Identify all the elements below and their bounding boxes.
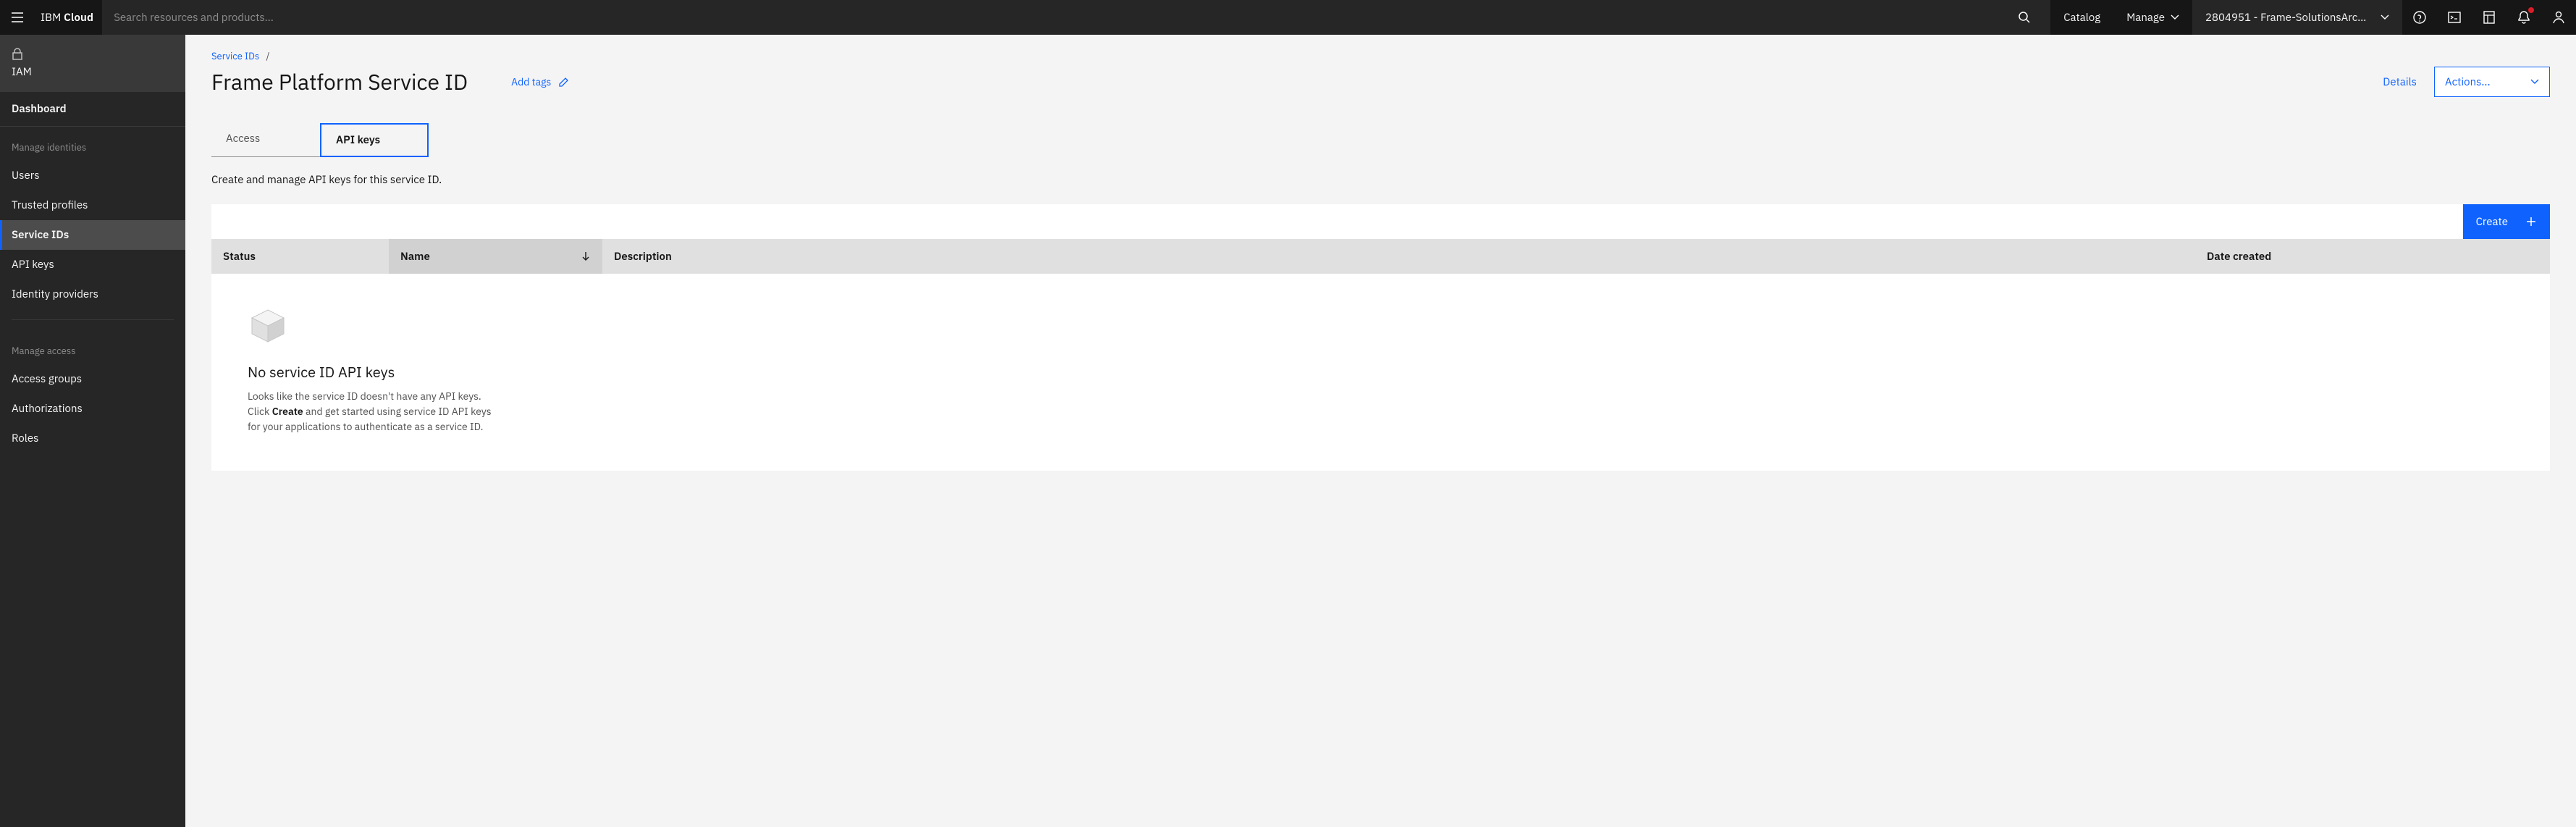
details-link[interactable]: Details <box>2383 75 2417 89</box>
manage-dropdown[interactable]: Manage <box>2113 0 2192 35</box>
breadcrumb-separator: / <box>266 50 269 62</box>
search-button[interactable] <box>2010 11 2039 24</box>
add-tags-link[interactable]: Add tags <box>511 75 570 88</box>
empty-state-text: Looks like the service ID doesn't have a… <box>248 389 494 435</box>
sidebar-heading-access: Manage access <box>0 330 185 364</box>
cost-button[interactable] <box>2472 0 2506 35</box>
sidebar-item-roles[interactable]: Roles <box>0 424 185 453</box>
brand-bold: Cloud <box>64 11 93 25</box>
user-icon <box>2551 10 2566 25</box>
sidebar-item-users[interactable]: Users <box>0 161 185 190</box>
main-content: Service IDs / Frame Platform Service ID … <box>185 35 2576 827</box>
section-description: Create and manage API keys for this serv… <box>211 173 2550 187</box>
catalog-label: Catalog <box>2063 11 2100 25</box>
help-button[interactable] <box>2402 0 2437 35</box>
account-label: 2804951 - Frame-SolutionsArchite... <box>2205 11 2370 25</box>
search-input[interactable] <box>114 11 2010 25</box>
sidebar: IAM Dashboard Manage identities Users Tr… <box>0 35 185 827</box>
notification-dot <box>2528 7 2534 13</box>
iam-label: IAM <box>12 65 174 79</box>
empty-state-illustration <box>248 306 288 346</box>
tab-access[interactable]: Access <box>211 123 320 157</box>
actions-dropdown[interactable]: Actions... <box>2434 67 2550 97</box>
chevron-down-icon <box>2171 14 2179 20</box>
shell-button[interactable] <box>2437 0 2472 35</box>
terminal-icon <box>2447 10 2462 25</box>
hamburger-icon <box>10 10 25 25</box>
empty-state: No service ID API keys Looks like the se… <box>211 274 2550 471</box>
column-name[interactable]: Name <box>389 239 602 274</box>
sort-arrow-down-icon <box>581 251 591 262</box>
sidebar-divider <box>12 319 174 320</box>
edit-icon <box>558 76 570 88</box>
sidebar-item-access-groups[interactable]: Access groups <box>0 364 185 394</box>
profile-button[interactable] <box>2541 0 2576 35</box>
table-header: Status Name Description Date created <box>211 239 2550 274</box>
tab-api-keys[interactable]: API keys <box>320 123 429 157</box>
column-status[interactable]: Status <box>211 250 389 264</box>
brand-logo[interactable]: IBM Cloud <box>35 11 102 25</box>
help-icon <box>2412 10 2427 25</box>
breadcrumb-root[interactable]: Service IDs <box>211 50 259 62</box>
cube-icon <box>248 306 288 346</box>
brand-prefix: IBM <box>41 11 64 25</box>
sidebar-item-service-ids[interactable]: Service IDs <box>0 220 185 250</box>
add-tags-label: Add tags <box>511 75 551 88</box>
plus-icon <box>2525 216 2537 227</box>
empty-bold: Create <box>272 405 303 418</box>
create-button[interactable]: Create <box>2463 204 2550 239</box>
table-toolbar: Create <box>211 204 2550 239</box>
sidebar-item-trusted-profiles[interactable]: Trusted profiles <box>0 190 185 220</box>
sidebar-item-api-keys[interactable]: API keys <box>0 250 185 280</box>
chevron-down-icon <box>2530 79 2539 85</box>
column-name-label: Name <box>400 250 430 264</box>
create-button-label: Create <box>2476 215 2508 229</box>
chevron-down-icon <box>2381 14 2389 20</box>
sidebar-heading-identities: Manage identities <box>0 127 185 161</box>
notifications-button[interactable] <box>2506 0 2541 35</box>
hamburger-menu[interactable] <box>0 0 35 35</box>
lock-icon <box>12 48 23 61</box>
sidebar-item-identity-providers[interactable]: Identity providers <box>0 280 185 309</box>
search-bar <box>102 0 2050 35</box>
column-date-created[interactable]: Date created <box>2195 250 2550 264</box>
search-icon <box>2018 11 2031 24</box>
column-description[interactable]: Description <box>602 250 2195 264</box>
manage-label: Manage <box>2126 11 2165 25</box>
sidebar-item-authorizations[interactable]: Authorizations <box>0 394 185 424</box>
cost-estimator-icon <box>2482 10 2496 25</box>
catalog-link[interactable]: Catalog <box>2050 0 2113 35</box>
empty-state-title: No service ID API keys <box>248 362 2514 382</box>
page-title: Frame Platform Service ID <box>211 68 468 96</box>
tabs: Access API keys <box>211 123 2550 157</box>
sidebar-iam-header: IAM <box>0 35 185 92</box>
top-bar: IBM Cloud Catalog Manage 2804951 - Frame… <box>0 0 2576 35</box>
breadcrumb: Service IDs / <box>211 49 2550 62</box>
actions-label: Actions... <box>2445 75 2491 89</box>
page-header-row: Frame Platform Service ID Add tags Detai… <box>211 67 2550 97</box>
sidebar-dashboard[interactable]: Dashboard <box>0 92 185 127</box>
account-selector[interactable]: 2804951 - Frame-SolutionsArchite... <box>2192 0 2402 35</box>
